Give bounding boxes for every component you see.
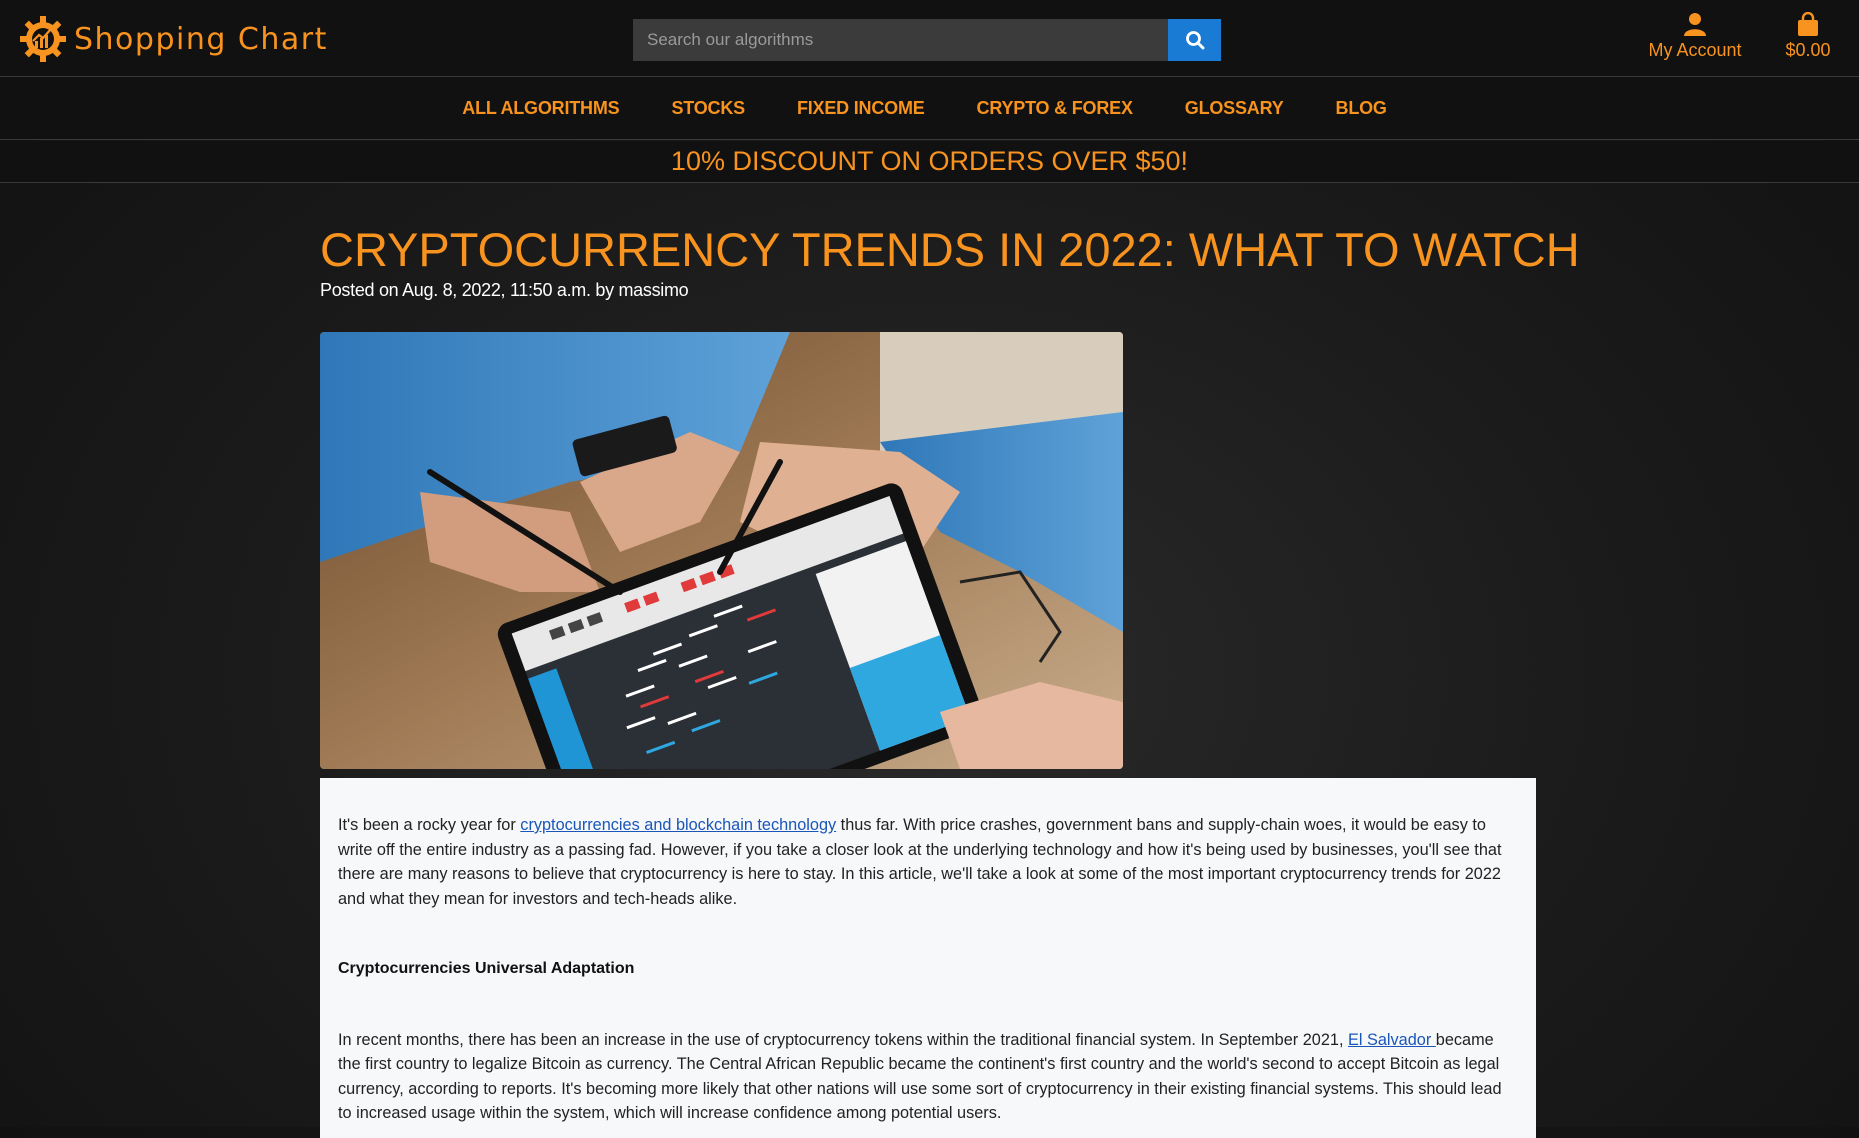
main-navigation: ALL ALGORITHMS STOCKS FIXED INCOME CRYPT… — [0, 77, 1859, 140]
section-heading: Cryptocurrencies Universal Adaptation — [338, 960, 635, 977]
link-el-salvador[interactable]: El Salvador — [1348, 1031, 1436, 1049]
paragraph-adaptation: In recent months, there has been an incr… — [338, 1030, 1502, 1123]
shopping-bag-icon — [1798, 12, 1818, 36]
search-input[interactable] — [633, 19, 1168, 61]
search-bar — [633, 19, 1221, 61]
search-icon — [1185, 31, 1204, 50]
trading-tablet-photo — [320, 332, 1123, 769]
site-logo[interactable]: Shopping Chart — [18, 14, 328, 64]
post-title: CRYPTOCURRENCY TRENDS IN 2022: WHAT TO W… — [320, 223, 1580, 276]
paragraph-intro: It's been a rocky year for cryptocurrenc… — [338, 816, 1502, 908]
link-cryptocurrencies-blockchain[interactable]: cryptocurrencies and blockchain technolo… — [520, 816, 836, 834]
nav-fixed-income[interactable]: FIXED INCOME — [797, 98, 925, 119]
post-meta: Posted on Aug. 8, 2022, 11:50 a.m. by ma… — [320, 280, 689, 300]
top-header: Shopping Chart My Account $0.00 — [0, 0, 1859, 77]
my-account-label: My Account — [1648, 40, 1742, 60]
search-button[interactable] — [1168, 19, 1221, 61]
brand-name: Shopping Chart — [74, 21, 328, 57]
promo-banner: 10% DISCOUNT ON ORDERS OVER $50! — [0, 141, 1859, 183]
my-account-link[interactable]: My Account — [1640, 12, 1750, 61]
user-icon — [1684, 13, 1706, 36]
cart-link[interactable]: $0.00 — [1778, 12, 1838, 61]
hero-image — [320, 332, 1123, 769]
article-body: It's been a rocky year for cryptocurrenc… — [320, 778, 1536, 1138]
nav-blog[interactable]: BLOG — [1336, 98, 1387, 119]
cart-total: $0.00 — [1785, 40, 1831, 60]
nav-crypto-forex[interactable]: CRYPTO & FOREX — [977, 98, 1133, 119]
nav-glossary[interactable]: GLOSSARY — [1185, 98, 1284, 119]
nav-stocks[interactable]: STOCKS — [671, 98, 745, 119]
gear-chart-logo-icon — [20, 16, 66, 62]
nav-all-algorithms[interactable]: ALL ALGORITHMS — [462, 98, 619, 119]
